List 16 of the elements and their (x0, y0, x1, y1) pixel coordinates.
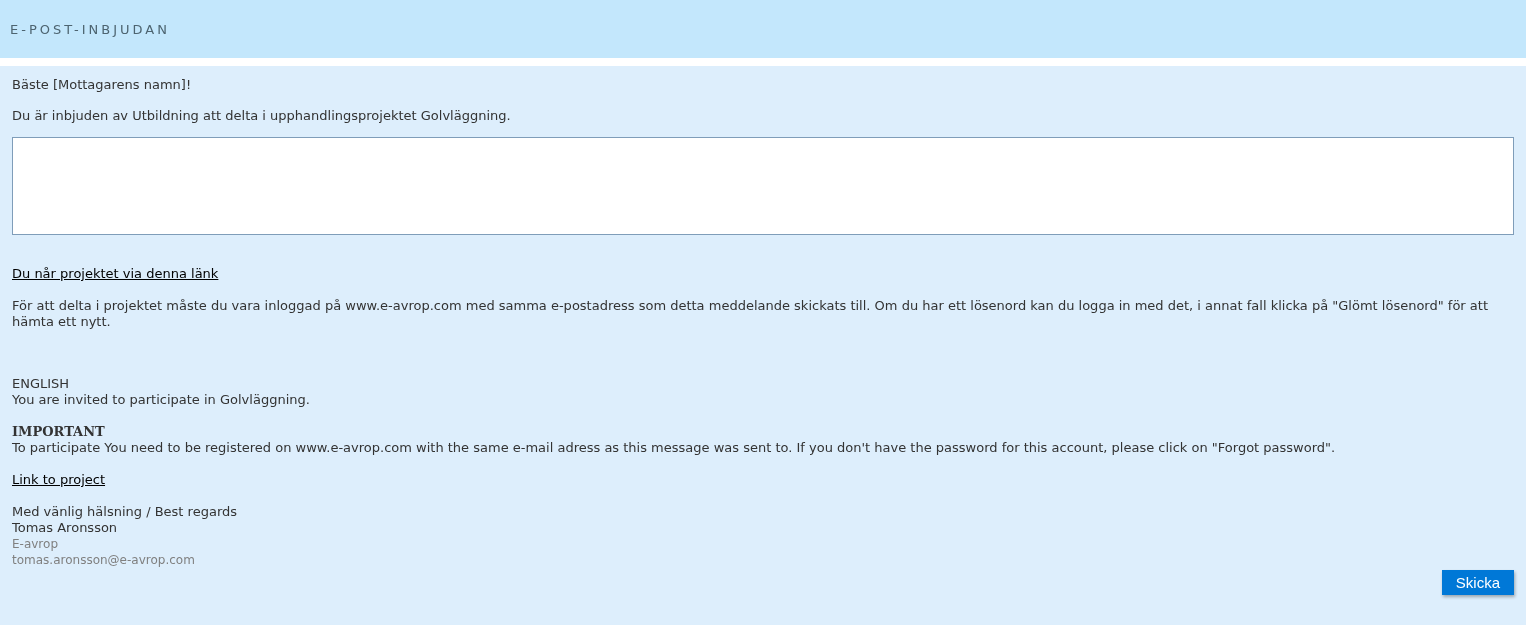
message-field[interactable] (12, 137, 1514, 235)
invite-text: You are invited to participate in Golvläggning. (12, 392, 311, 408)
send-button[interactable]: Skicka (1441, 570, 1514, 595)
english-heading: ENGLISH (12, 376, 71, 392)
company-name: E-avrop (12, 536, 59, 552)
sender-email: tomas.aronsson@e-avrop.com (12, 552, 196, 568)
closing-text: Med vänlig hälsning / Best regards (12, 504, 239, 520)
instructions-text: För att delta i projektet måste du vara inloggad på www.e-avrop.com med samma e-postadress som detta meddelande skickats till. Om du har ett lösenord kan du logga in med det, i annat fall klicka på "Glömt lösenord" för att hämta ett nytt. (12, 298, 1489, 330)
important-text: To participate You need to be registered on www.e-avrop.com with the same e-mail adress as this message was sent to. If you don't have the password for this account, please click on "Forgot password". (12, 440, 1337, 456)
sender-name: Tomas Aronsson (12, 520, 119, 536)
important-heading: IMPORTANT (12, 424, 106, 440)
greeting-text: Bäste [Mottagarens namn]! (12, 76, 193, 93)
project-link[interactable]: Du når projektet via denna länk (12, 266, 219, 281)
page-title: E-POST-INBJUDAN (10, 21, 170, 37)
intro-text: Du är inbjuden av Utbildning att delta i upphandlingsprojektet Golvläggning. (12, 107, 512, 124)
project-link[interactable]: Link to project (12, 472, 106, 487)
